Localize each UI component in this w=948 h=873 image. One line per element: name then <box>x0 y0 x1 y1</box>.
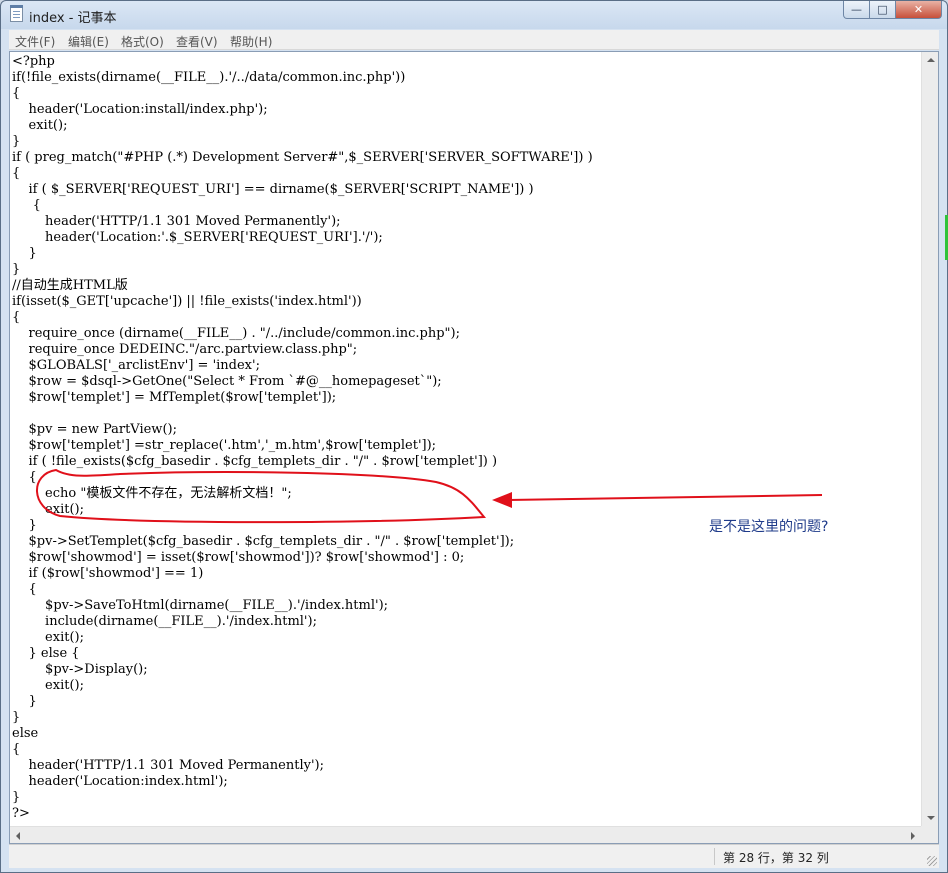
code-line[interactable]: $row['templet'] = MfTemplet($row['temple… <box>12 390 920 406</box>
title-bar[interactable]: index - 记事本 — □ ✕ <box>1 1 947 29</box>
cursor-position: 第 28 行，第 32 列 <box>723 851 829 865</box>
annotation-text: 是不是这里的问题? <box>709 519 829 535</box>
code-line[interactable]: $row['showmod'] = isset($row['showmod'])… <box>12 550 920 566</box>
code-line[interactable]: $pv = new PartView(); <box>12 422 920 438</box>
menu-bar: 文件(F) 编辑(E) 格式(O) 查看(V) 帮助(H) <box>9 30 939 50</box>
code-line[interactable]: $row['templet'] =str_replace('.htm','_m.… <box>12 438 920 454</box>
code-line[interactable]: header('HTTP/1.1 301 Moved Permanently')… <box>12 214 920 230</box>
status-divider <box>714 848 715 865</box>
menu-edit[interactable]: 编辑(E) <box>68 33 109 50</box>
code-line[interactable]: } else { <box>12 646 920 662</box>
code-line[interactable]: } <box>12 262 920 278</box>
scroll-up-icon[interactable] <box>927 58 935 62</box>
code-line[interactable]: { <box>12 310 920 326</box>
code-line[interactable]: if ($row['showmod'] == 1) <box>12 566 920 582</box>
menu-format[interactable]: 格式(O) <box>121 33 164 50</box>
code-line[interactable]: exit(); <box>12 118 920 134</box>
horizontal-scrollbar[interactable] <box>10 826 921 843</box>
code-line[interactable]: } <box>12 694 920 710</box>
code-line[interactable]: { <box>12 198 920 214</box>
code-text[interactable]: <?php if(!file_exists(dirname(__FILE__).'… <box>12 54 920 828</box>
notepad-icon <box>10 5 23 22</box>
code-line[interactable]: $pv->SetTemplet($cfg_basedir . $cfg_temp… <box>12 534 920 550</box>
code-line[interactable]: header('Location:index.html'); <box>12 774 920 790</box>
vertical-scrollbar[interactable] <box>921 52 938 826</box>
code-line[interactable]: require_once (dirname(__FILE__) . "/../i… <box>12 326 920 342</box>
code-line[interactable]: $pv->SaveToHtml(dirname(__FILE__).'/inde… <box>12 598 920 614</box>
code-line[interactable]: } <box>12 134 920 150</box>
menu-file[interactable]: 文件(F) <box>15 33 55 50</box>
code-line[interactable]: $GLOBALS['_arclistEnv'] = 'index'; <box>12 358 920 374</box>
code-line[interactable]: header('HTTP/1.1 301 Moved Permanently')… <box>12 758 920 774</box>
minimize-button[interactable]: — <box>843 1 870 19</box>
text-editor[interactable]: <?php if(!file_exists(dirname(__FILE__).'… <box>9 51 939 844</box>
code-line[interactable]: if ( preg_match("#PHP (.*) Development S… <box>12 150 920 166</box>
menu-help[interactable]: 帮助(H) <box>230 33 272 50</box>
code-line[interactable]: if ( $_SERVER['REQUEST_URI'] == dirname(… <box>12 182 920 198</box>
scroll-left-icon[interactable] <box>16 832 20 840</box>
code-line[interactable]: } <box>12 710 920 726</box>
code-line[interactable]: } <box>12 790 920 806</box>
code-line[interactable]: } <box>12 246 920 262</box>
window-title: index - 记事本 <box>29 11 117 26</box>
notepad-window: index - 记事本 — □ ✕ 文件(F) 编辑(E) 格式(O) 查看(V… <box>0 0 948 873</box>
code-line[interactable]: include(dirname(__FILE__).'/index.html')… <box>12 614 920 630</box>
scroll-down-icon[interactable] <box>927 816 935 820</box>
resize-grip-icon[interactable] <box>927 856 937 866</box>
window-controls: — □ ✕ <box>843 1 942 20</box>
close-button[interactable]: ✕ <box>896 1 942 19</box>
code-line[interactable]: echo "模板文件不存在，无法解析文档！"; <box>12 486 920 502</box>
code-line[interactable]: if(!file_exists(dirname(__FILE__).'/../d… <box>12 70 920 86</box>
scroll-corner <box>921 826 938 843</box>
code-line[interactable]: { <box>12 86 920 102</box>
code-line[interactable]: { <box>12 742 920 758</box>
code-line[interactable]: if(isset($_GET['upcache']) || !file_exis… <box>12 294 920 310</box>
code-line[interactable]: { <box>12 166 920 182</box>
maximize-button[interactable]: □ <box>870 1 896 19</box>
code-line[interactable]: header('Location:install/index.php'); <box>12 102 920 118</box>
menu-view[interactable]: 查看(V) <box>176 33 218 50</box>
status-bar: 第 28 行，第 32 列 <box>9 844 939 868</box>
code-line[interactable]: { <box>12 582 920 598</box>
code-line[interactable]: { <box>12 470 920 486</box>
code-line[interactable]: header('Location:'.$_SERVER['REQUEST_URI… <box>12 230 920 246</box>
scroll-right-icon[interactable] <box>911 832 915 840</box>
code-line[interactable]: if ( !file_exists($cfg_basedir . $cfg_te… <box>12 454 920 470</box>
code-line[interactable]: $pv->Display(); <box>12 662 920 678</box>
code-line[interactable]: <?php <box>12 54 920 70</box>
code-line[interactable]: exit(); <box>12 678 920 694</box>
code-line[interactable]: require_once DEDEINC."/arc.partview.clas… <box>12 342 920 358</box>
code-line[interactable]: ?> <box>12 806 920 822</box>
code-line[interactable]: $row = $dsql->GetOne("Select * From `#@_… <box>12 374 920 390</box>
code-line[interactable] <box>12 406 920 422</box>
code-line[interactable]: else <box>12 726 920 742</box>
code-line[interactable]: exit(); <box>12 630 920 646</box>
code-line[interactable]: //自动生成HTML版 <box>12 278 920 294</box>
